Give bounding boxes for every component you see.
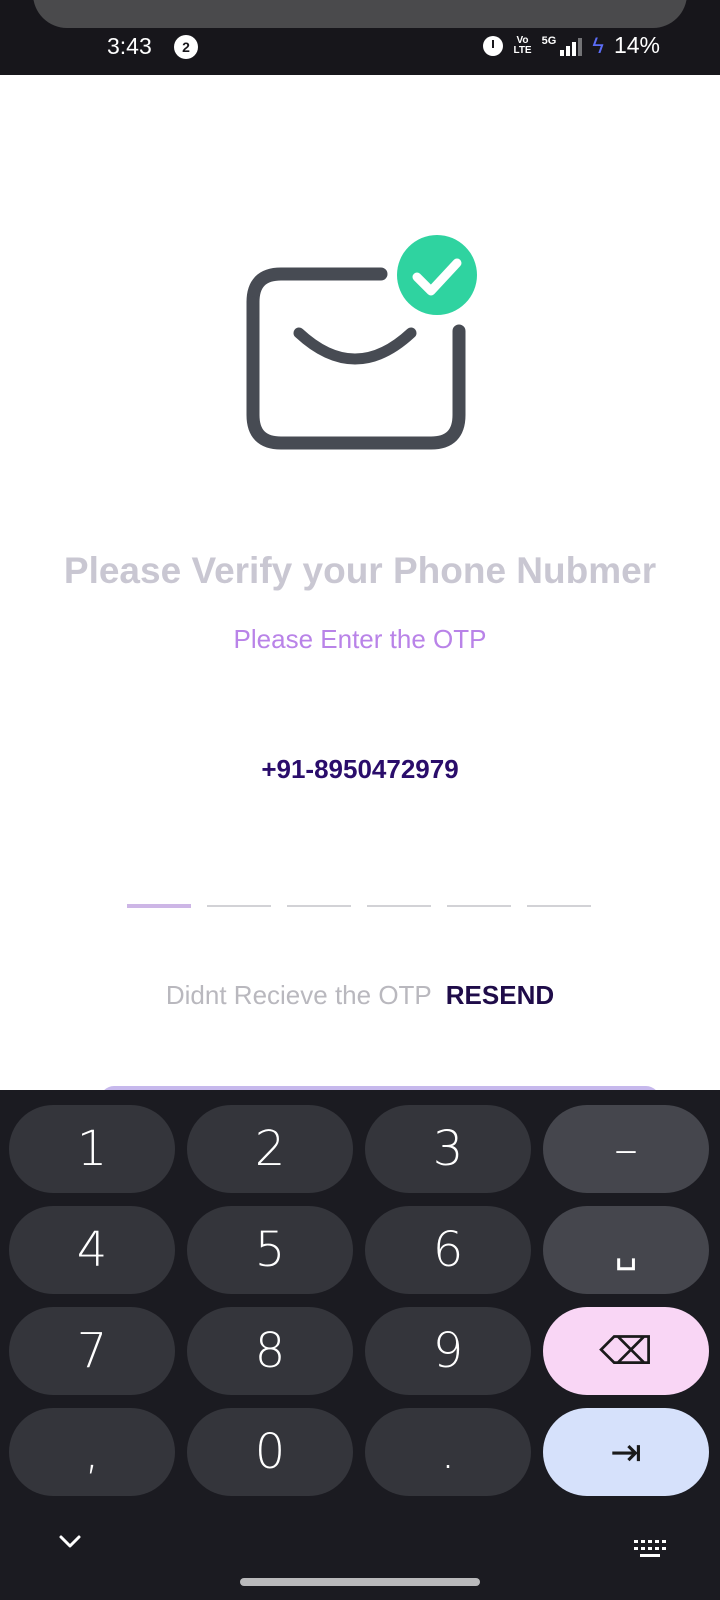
alarm-icon	[483, 35, 504, 56]
key-minus[interactable]: –	[543, 1105, 709, 1193]
resend-row: Didnt Recieve the OTP RESEND	[0, 980, 720, 1011]
phone-number: +91-8950472979	[261, 754, 459, 784]
status-bar: 3:43 2 Vo LTE 5G ϟ 14%	[0, 0, 720, 75]
gesture-nav-handle[interactable]	[240, 1578, 480, 1586]
next-key[interactable]: ⇥	[543, 1408, 709, 1496]
otp-digit-4[interactable]	[367, 905, 431, 907]
key-3[interactable]: 3	[365, 1105, 531, 1193]
hide-keyboard-icon[interactable]	[56, 1532, 84, 1552]
email-verified-icon	[246, 235, 477, 450]
otp-input-group	[127, 904, 591, 908]
otp-digit-3[interactable]	[287, 905, 351, 907]
key-2[interactable]: 2	[187, 1105, 353, 1193]
backspace-key[interactable]: ⌫	[543, 1307, 709, 1395]
resend-button[interactable]: RESEND	[446, 980, 554, 1010]
key-6[interactable]: 6	[365, 1206, 531, 1294]
signal-icon	[560, 36, 583, 56]
key-1[interactable]: 1	[9, 1105, 175, 1193]
key-9[interactable]: 9	[365, 1307, 531, 1395]
check-badge-icon	[397, 235, 477, 315]
resend-prompt: Didnt Recieve the OTP	[165, 980, 432, 1010]
key-0[interactable]: 0	[187, 1408, 353, 1496]
network-type-label: 5G	[541, 34, 557, 47]
otp-digit-2[interactable]	[207, 905, 271, 907]
key-space[interactable]: ␣	[543, 1206, 709, 1294]
numeric-keyboard: 1 2 3 – 4 5 6 ␣ 7 8 9 ⌫ , 0 . ⇥	[0, 1090, 720, 1600]
status-icons: Vo LTE 5G ϟ 14%	[483, 32, 660, 59]
otp-digit-1[interactable]	[127, 904, 191, 908]
volte-icon: Vo LTE	[513, 34, 532, 56]
otp-digit-5[interactable]	[447, 905, 511, 907]
key-comma[interactable]: ,	[9, 1408, 175, 1496]
key-5[interactable]: 5	[187, 1206, 353, 1294]
key-7[interactable]: 7	[9, 1307, 175, 1395]
key-period[interactable]: .	[365, 1408, 531, 1496]
page-title: Please Verify your Phone Nubmer	[63, 550, 657, 591]
notification-pill[interactable]	[33, 0, 687, 28]
key-8[interactable]: 8	[187, 1307, 353, 1395]
status-time: 3:43	[107, 33, 152, 59]
key-4[interactable]: 4	[9, 1206, 175, 1294]
keyboard-switch-icon[interactable]	[634, 1538, 666, 1562]
charging-icon: ϟ	[592, 32, 604, 58]
notification-count-badge: 2	[174, 35, 198, 59]
page-subtitle: Please Enter the OTP	[233, 624, 487, 654]
battery-level: 14%	[613, 32, 660, 58]
otp-digit-6[interactable]	[527, 905, 591, 907]
